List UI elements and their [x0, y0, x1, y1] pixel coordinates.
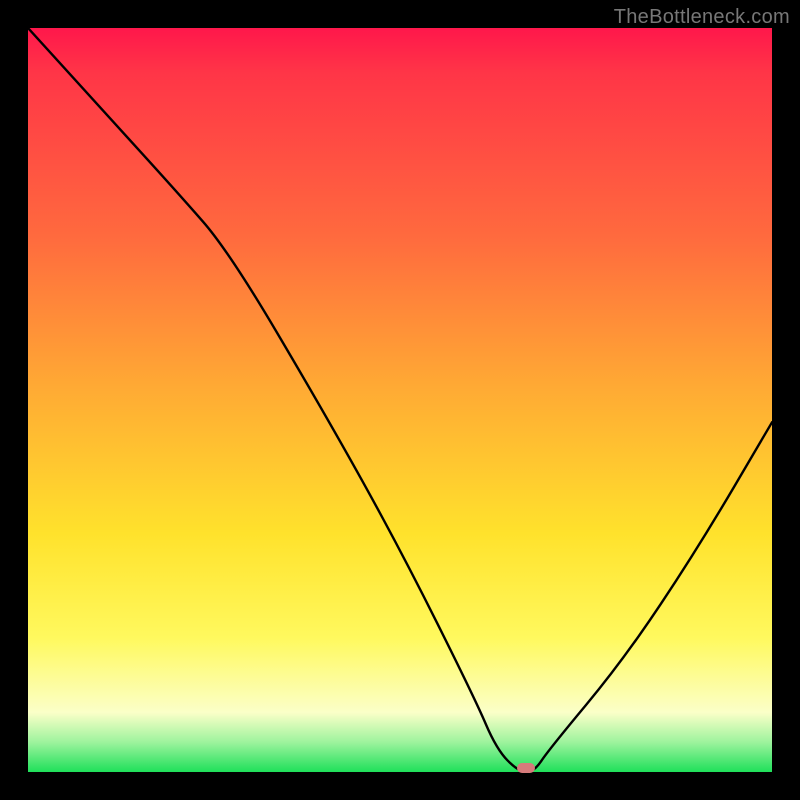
plot-area: [28, 28, 772, 772]
bottleneck-curve: [28, 28, 772, 772]
optimal-marker: [517, 763, 535, 773]
watermark-text: TheBottleneck.com: [614, 6, 790, 29]
chart-container: TheBottleneck.com: [0, 0, 800, 800]
